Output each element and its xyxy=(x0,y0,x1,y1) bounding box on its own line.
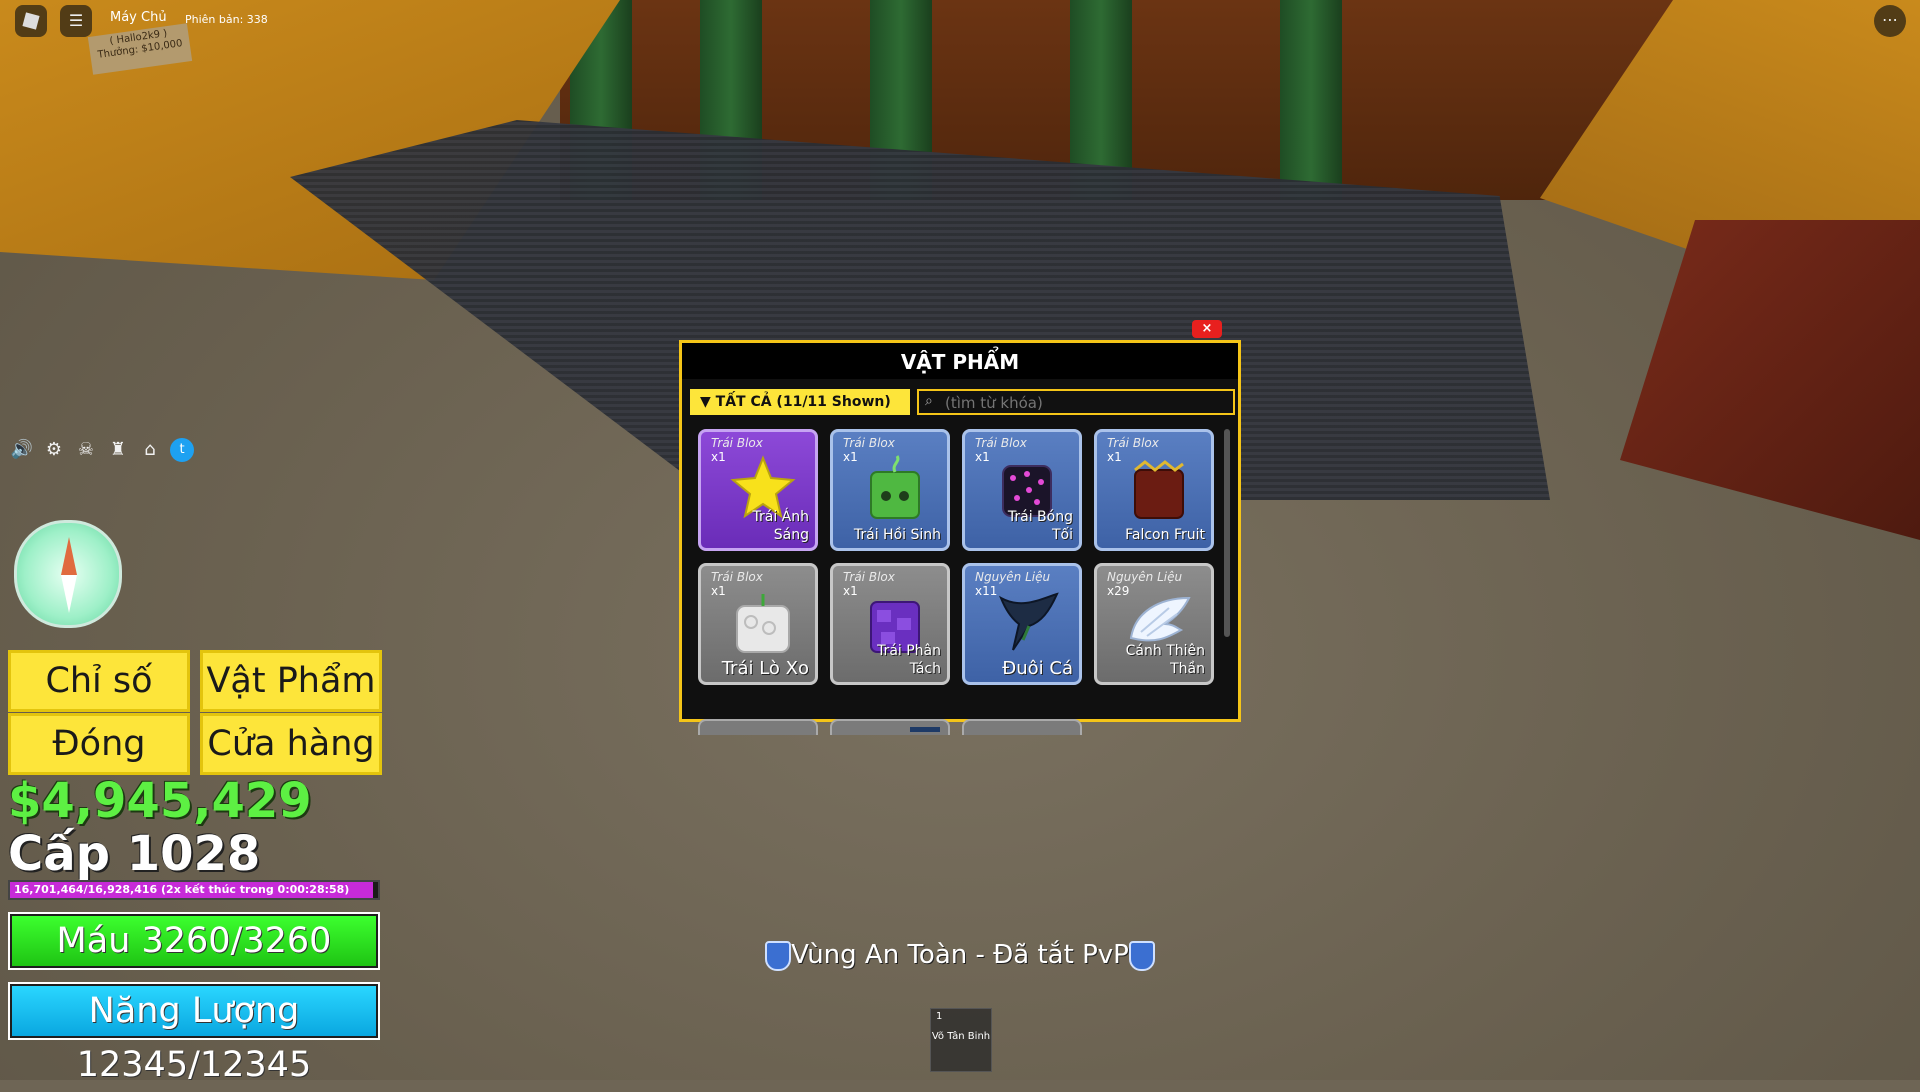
home-icon[interactable]: ⌂ xyxy=(138,438,162,462)
hotbar-slot-number: 1 xyxy=(936,1011,943,1022)
falcon-fruit-icon xyxy=(1134,460,1184,519)
shield-icon xyxy=(765,940,792,971)
team-icon[interactable]: ♜ xyxy=(106,438,130,462)
shield-icon xyxy=(1128,940,1155,971)
item-category: Trái Blox xyxy=(711,436,763,450)
sound-icon[interactable]: 🔊 xyxy=(10,438,34,462)
hotbar-slot[interactable]: 1 Võ Tân Binh xyxy=(930,1008,992,1072)
item-card[interactable]: Trái Blox x1 Trái Ánh Sáng xyxy=(698,429,818,551)
search-icon: ⌕ xyxy=(925,393,933,409)
spring-fruit-icon xyxy=(736,594,790,653)
inventory-panel: VẬT PHẨM ▼ TẤT CẢ (11/11 Shown) ⌕ Trái B… xyxy=(679,340,1241,735)
item-card[interactable]: Trái Blox x1 Trái Lò Xo xyxy=(698,563,818,685)
item-card[interactable]: Nguyên Liệu x29 Cánh Thiên Thần xyxy=(1094,563,1214,685)
item-name: Falcon Fruit xyxy=(1125,527,1205,543)
filter-label: TẤT CẢ (11/11 Shown) xyxy=(715,394,891,410)
inventory-close-button[interactable]: × xyxy=(1192,320,1222,338)
item-name: Trái Bóng Tối xyxy=(1007,509,1073,543)
roblox-menu-button[interactable] xyxy=(15,5,47,37)
item-name: Trái Ánh Sáng xyxy=(752,509,810,543)
item-quantity: x1 xyxy=(1107,450,1122,464)
compass[interactable] xyxy=(14,520,122,628)
energy-bar: Năng Lượng 12345/12345 xyxy=(8,982,380,1085)
safe-zone-banner: Vùng An Toàn - Đã tắt PvP xyxy=(0,940,1920,971)
inventory-title: VẬT PHẨM xyxy=(682,343,1238,379)
item-name: Đuôi Cá xyxy=(1002,658,1073,679)
item-name: Cánh Thiên Thần xyxy=(1125,643,1205,677)
revive-fruit-icon xyxy=(870,455,920,519)
item-name: Trái Hồi Sinh xyxy=(853,527,941,543)
item-quantity: x1 xyxy=(843,450,858,464)
category-filter-dropdown[interactable]: ▼ TẤT CẢ (11/11 Shown) xyxy=(690,389,910,415)
stats-button[interactable]: Chỉ số xyxy=(8,650,190,712)
item-card[interactable]: Trái Blox x1 Trái Hồi Sinh xyxy=(830,429,950,551)
item-category: Trái Blox xyxy=(711,570,763,584)
search-box: ⌕ xyxy=(917,389,1235,415)
item-name: Trái Lò Xo xyxy=(721,658,809,679)
item-card[interactable]: Trái Blox x1 Trái Bóng Tối xyxy=(962,429,1082,551)
fish-tail-icon xyxy=(999,592,1059,651)
roblox-logo-icon xyxy=(22,12,40,30)
item-card[interactable]: Trái Blox x1 Trái Phân Tách xyxy=(830,563,950,685)
crew-skull-icon[interactable]: ☠ xyxy=(74,438,98,462)
inventory-scrollbar[interactable] xyxy=(1224,429,1230,637)
compass-north-needle xyxy=(61,537,77,575)
twitter-icon[interactable]: t xyxy=(170,438,194,462)
money-display: $4,945,429 xyxy=(8,773,312,829)
pillar xyxy=(1280,0,1342,200)
quick-icons: 🔊 ⚙ ☠ ♜ ⌂ t xyxy=(10,438,194,462)
item-category: Trái Blox xyxy=(1107,436,1159,450)
energy-text: Năng Lượng 12345/12345 xyxy=(76,991,312,1085)
more-icon: ⋯ xyxy=(1882,10,1898,29)
chat-icon: ☰ xyxy=(68,11,84,30)
item-category: Nguyên Liệu xyxy=(1107,570,1183,584)
item-card[interactable]: Nguyên Liệu x11 Đuôi Cá xyxy=(962,563,1082,685)
item-category: Nguyên Liệu xyxy=(975,570,1051,584)
item-card-partial xyxy=(962,719,1082,735)
item-quantity: x1 xyxy=(711,450,726,464)
server-label: Máy Chủ xyxy=(110,10,167,25)
item-category: Trái Blox xyxy=(975,436,1027,450)
xp-bar: 16,701,464/16,928,416 (2x kết thúc trong… xyxy=(8,880,380,900)
item-quantity: x1 xyxy=(711,584,726,598)
shop-button[interactable]: Cửa hàng xyxy=(200,713,382,775)
close-menu-button[interactable]: Đóng xyxy=(8,713,190,775)
item-grid: Trái Blox x1 Trái Ánh Sáng Trái Blox x1 … xyxy=(698,429,1214,719)
item-category: Trái Blox xyxy=(843,570,895,584)
version-label: Phiên bản: 338 xyxy=(185,13,268,26)
more-menu-button[interactable]: ⋯ xyxy=(1874,5,1906,37)
safe-zone-text: Vùng An Toàn - Đã tắt PvP xyxy=(791,940,1129,970)
panel-indicator xyxy=(910,727,940,732)
settings-gear-icon[interactable]: ⚙ xyxy=(42,438,66,462)
dropdown-arrow-icon: ▼ xyxy=(700,394,716,410)
search-input[interactable] xyxy=(943,392,1227,414)
item-quantity: x1 xyxy=(843,584,858,598)
items-button[interactable]: Vật Phẩm xyxy=(200,650,382,712)
item-name: Trái Phân Tách xyxy=(877,643,941,677)
xp-text: 16,701,464/16,928,416 (2x kết thúc trong… xyxy=(14,883,350,896)
level-display: Cấp 1028 xyxy=(8,826,261,882)
compass-south-needle xyxy=(61,575,77,613)
item-card[interactable]: Trái Blox x1 Falcon Fruit xyxy=(1094,429,1214,551)
item-quantity: x1 xyxy=(975,450,990,464)
item-card-partial xyxy=(698,719,818,735)
chat-button[interactable]: ☰ xyxy=(60,5,92,37)
hotbar-slot-label: Võ Tân Binh xyxy=(931,1031,991,1042)
item-category: Trái Blox xyxy=(843,436,895,450)
